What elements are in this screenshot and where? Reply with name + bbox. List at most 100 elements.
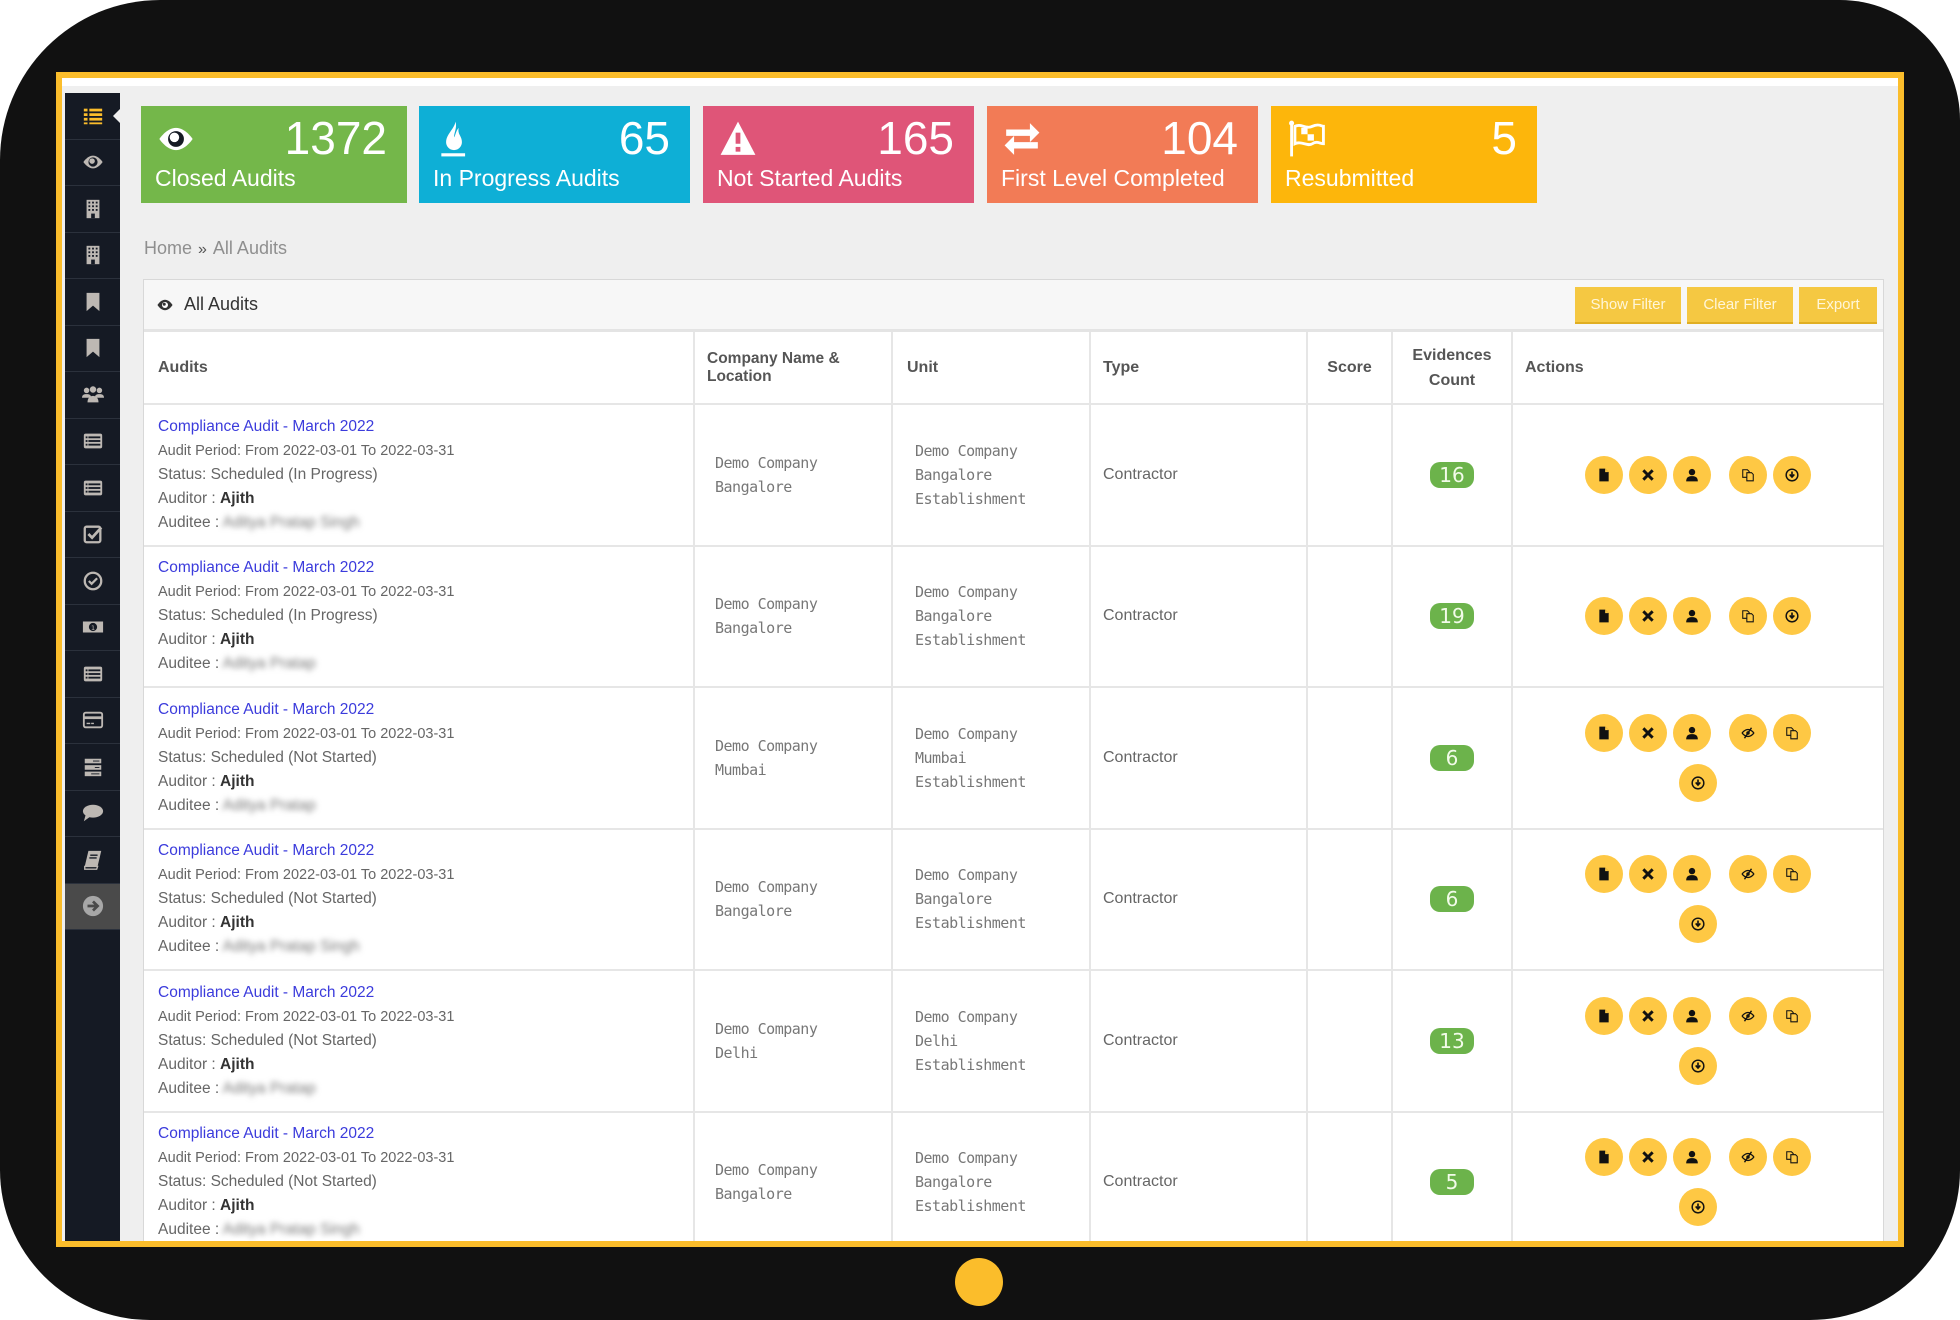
sidebar-item-4[interactable] [65, 279, 120, 326]
sidebar-item-14[interactable] [65, 744, 120, 791]
view-report-button[interactable] [1585, 1138, 1623, 1177]
audit-title-link[interactable]: Compliance Audit - March 2022 [158, 701, 374, 718]
hide-audit-button[interactable] [1729, 855, 1767, 894]
assign-user-button[interactable] [1673, 855, 1711, 894]
sidebar-item-13[interactable] [65, 698, 120, 744]
view-report-button[interactable] [1585, 855, 1623, 894]
copy-audit-button[interactable] [1729, 455, 1767, 494]
panel-header: All Audits Show Filter Clear Filter Expo… [144, 280, 1883, 332]
delete-audit-button[interactable] [1629, 1138, 1667, 1177]
hide-audit-button[interactable] [1729, 996, 1767, 1035]
sidebar-item-0[interactable] [65, 93, 120, 140]
assign-user-button[interactable] [1673, 597, 1711, 636]
assign-user-button[interactable] [1673, 1138, 1711, 1177]
sidebar-item-7[interactable] [65, 419, 120, 465]
evidences-count-badge[interactable]: 6 [1430, 886, 1474, 913]
audit-status: Status: Scheduled (Not Started) [158, 748, 377, 766]
assign-user-button[interactable] [1673, 455, 1711, 494]
copy-audit-button[interactable] [1773, 855, 1811, 894]
copy-audit-button[interactable] [1773, 713, 1811, 752]
evidences-count-badge[interactable]: 13 [1430, 1027, 1474, 1054]
auditee-name-redacted: Aditya Pratap Singh [222, 938, 360, 956]
stat-card-not-started-audits[interactable]: 165 Not Started Audits [703, 106, 974, 203]
copy-audit-button[interactable] [1773, 996, 1811, 1035]
download-button[interactable] [1679, 905, 1717, 944]
sidebar-item-6[interactable] [65, 372, 120, 419]
show-filter-button[interactable]: Show Filter [1575, 287, 1681, 324]
evidences-count-badge[interactable]: 5 [1430, 1169, 1474, 1196]
assign-user-button[interactable] [1673, 996, 1711, 1035]
audit-title-link[interactable]: Compliance Audit - March 2022 [158, 1125, 374, 1142]
evidences-count-badge[interactable]: 16 [1430, 461, 1474, 488]
clear-filter-button[interactable]: Clear Filter [1687, 287, 1793, 324]
close-icon [1642, 610, 1654, 622]
view-report-button[interactable] [1585, 996, 1623, 1035]
sidebar-item-16[interactable] [65, 837, 120, 884]
list-alt-icon [83, 433, 102, 449]
eye-slash-icon [1741, 727, 1755, 739]
view-report-button[interactable] [1585, 455, 1623, 494]
sidebar-item-11[interactable]: 1 [65, 605, 120, 651]
audit-title-link[interactable]: Compliance Audit - March 2022 [158, 984, 374, 1001]
sidebar-item-17[interactable] [65, 883, 120, 930]
delete-audit-button[interactable] [1629, 996, 1667, 1035]
audit-title-link[interactable]: Compliance Audit - March 2022 [158, 559, 374, 576]
stat-label: First Level Completed [1001, 165, 1225, 191]
delete-audit-button[interactable] [1629, 855, 1667, 894]
tablet-home-button[interactable] [955, 1258, 1003, 1306]
export-button[interactable]: Export [1799, 287, 1877, 324]
user-icon [1686, 726, 1698, 740]
sidebar-item-12[interactable] [65, 651, 120, 698]
assign-user-button[interactable] [1673, 713, 1711, 752]
download-button[interactable] [1679, 1046, 1717, 1085]
stat-card-in-progress-audits[interactable]: 65 In Progress Audits [419, 106, 690, 203]
sidebar-item-10[interactable] [65, 558, 120, 605]
column-header-company[interactable]: Company Name & Location [694, 332, 893, 405]
download-button[interactable] [1679, 763, 1717, 802]
audit-title-link[interactable]: Compliance Audit - March 2022 [158, 418, 374, 435]
copy-audit-button[interactable] [1773, 1138, 1811, 1177]
download-button[interactable] [1679, 1188, 1717, 1227]
eye-slash-icon [1741, 868, 1755, 880]
sidebar-item-15[interactable] [65, 791, 120, 837]
delete-audit-button[interactable] [1629, 713, 1667, 752]
audit-auditee: Auditee : Aditya Pratap Singh [158, 513, 360, 531]
stat-card-closed-audits[interactable]: 1372 Closed Audits [141, 106, 407, 203]
delete-audit-button[interactable] [1629, 597, 1667, 636]
stat-count: 1372 [284, 112, 387, 164]
score-cell [1307, 545, 1393, 688]
comment-icon [82, 805, 103, 822]
hide-audit-button[interactable] [1729, 713, 1767, 752]
flag-checkered-icon [1285, 120, 1327, 158]
column-header-evidences-count[interactable]: Evidences Count [1392, 332, 1513, 405]
evidences-count-badge[interactable]: 6 [1430, 744, 1474, 771]
sidebar-item-5[interactable] [65, 326, 120, 372]
evidences-count-badge[interactable]: 19 [1430, 603, 1474, 630]
copy-icon [1742, 468, 1754, 482]
breadcrumb-home[interactable]: Home [144, 238, 192, 258]
sidebar-item-8[interactable] [65, 465, 120, 512]
sidebar-item-1[interactable] [65, 140, 120, 186]
column-header-type[interactable]: Type [1090, 332, 1308, 405]
download-button[interactable] [1773, 597, 1811, 636]
hide-audit-button[interactable] [1729, 1138, 1767, 1177]
stat-card-first-level-completed[interactable]: 104 First Level Completed [987, 106, 1258, 203]
column-header-audits[interactable]: Audits [144, 332, 695, 405]
view-report-button[interactable] [1585, 713, 1623, 752]
tasks-icon [84, 758, 101, 776]
delete-audit-button[interactable] [1629, 455, 1667, 494]
sidebar-item-9[interactable] [65, 512, 120, 558]
sidebar-item-2[interactable] [65, 186, 120, 233]
stat-card-resubmitted[interactable]: 5 Resubmitted [1271, 106, 1537, 203]
download-button[interactable] [1773, 455, 1811, 494]
copy-audit-button[interactable] [1729, 597, 1767, 636]
sidebar-item-3[interactable] [65, 233, 120, 279]
user-icon [1686, 468, 1698, 482]
table-row: Compliance Audit - March 2022 Audit Perio… [144, 687, 1883, 830]
audit-title-link[interactable]: Compliance Audit - March 2022 [158, 842, 374, 859]
audit-status: Status: Scheduled (Not Started) [158, 1031, 377, 1049]
column-header-score[interactable]: Score [1307, 332, 1393, 405]
close-icon [1642, 727, 1654, 739]
column-header-unit[interactable]: Unit [892, 332, 1091, 405]
view-report-button[interactable] [1585, 597, 1623, 636]
